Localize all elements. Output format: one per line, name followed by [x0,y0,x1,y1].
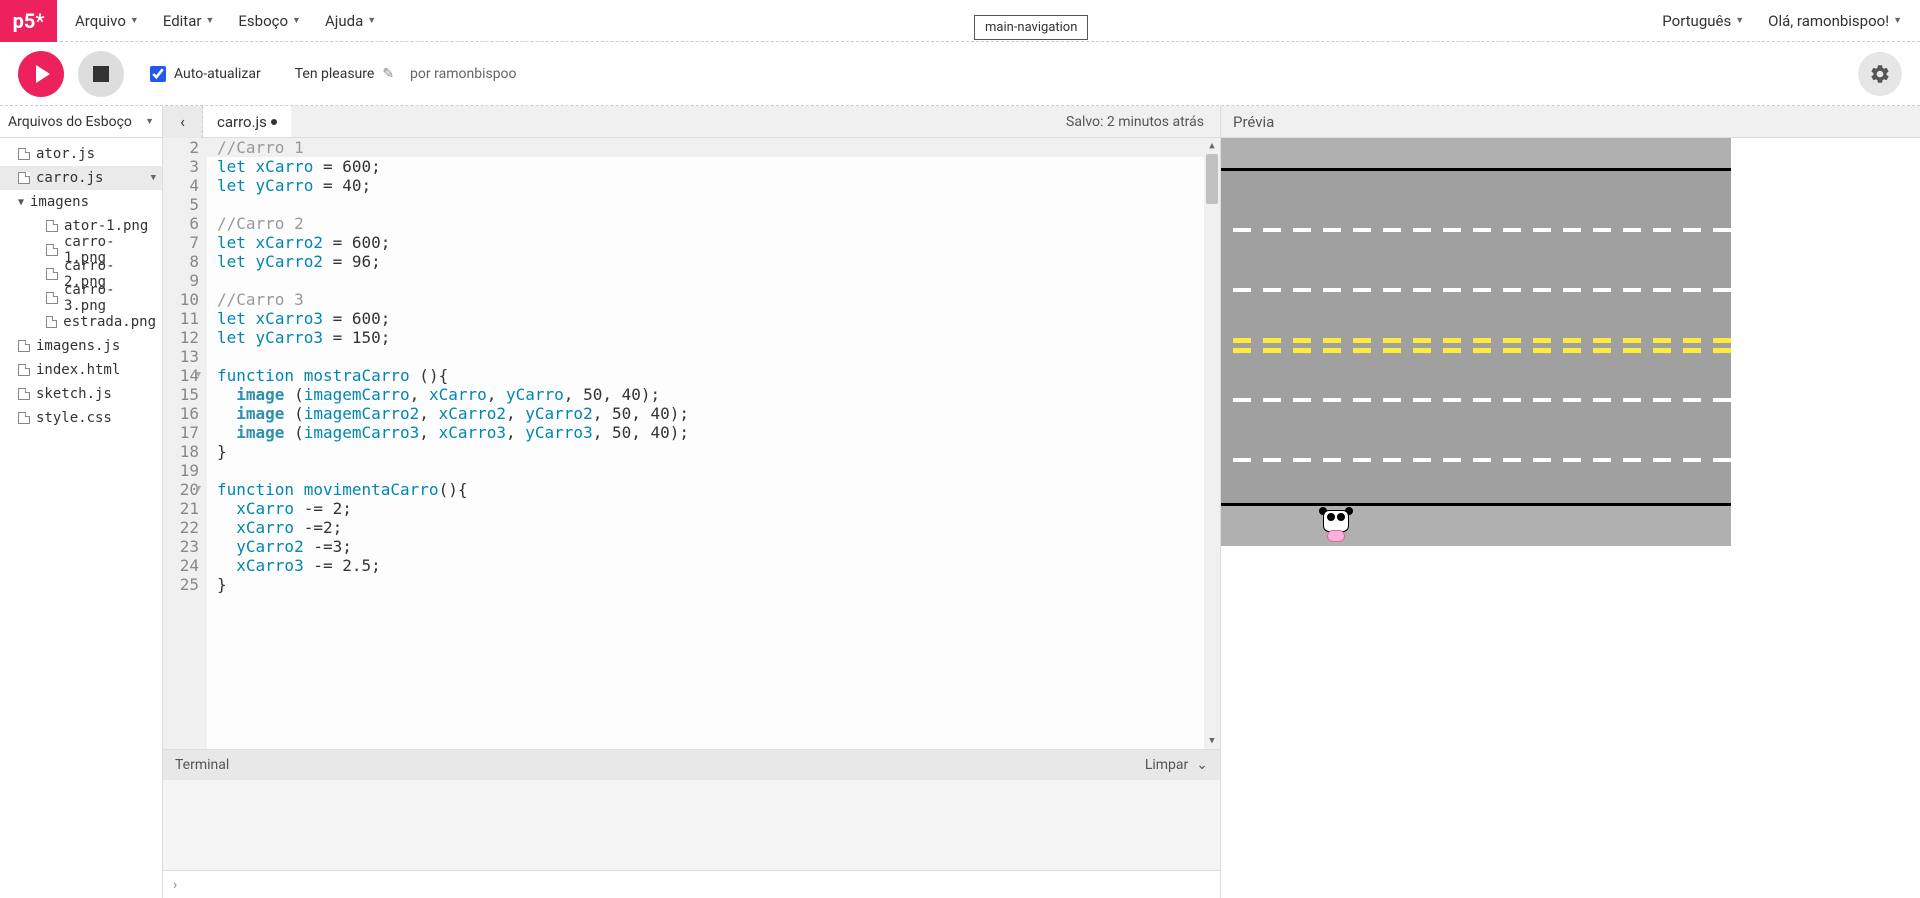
code-content[interactable]: //Carro 1let xCarro = 600;let yCarro = 4… [207,138,1220,749]
file-item[interactable]: index.html [0,358,162,382]
chevron-down-icon: ▼ [205,15,214,26]
file-item[interactable]: imagens.js [0,334,162,358]
editor-area: ‹ carro.js Salvo: 2 minutos atrás 234567… [163,106,1220,898]
auto-refresh-toggle[interactable]: Auto-atualizar [150,66,261,82]
pencil-icon[interactable]: ✎ [382,66,394,82]
file-item[interactable]: style.css [0,406,162,430]
file-icon [18,388,30,400]
preview-header: Prévia [1221,106,1920,138]
p5-logo[interactable]: p5* [0,0,57,42]
file-icon [18,340,30,352]
chevron-down-icon: ▼ [292,15,301,26]
road-scene [1221,138,1731,546]
preview-canvas [1221,138,1920,898]
play-button[interactable] [18,51,64,97]
file-item[interactable]: sketch.js [0,382,162,406]
file-icon [18,412,30,424]
terminal-input[interactable]: › [163,870,1220,898]
file-icon [46,220,58,232]
save-status: Salvo: 2 minutos atrás [1066,114,1220,130]
terminal-label: Terminal [175,757,229,773]
chevron-down-icon: ▼ [151,173,156,183]
settings-button[interactable] [1858,52,1902,96]
chevron-down-icon[interactable]: ⌄ [1196,757,1208,773]
file-item[interactable]: carro-3.png [0,286,162,310]
chevron-down-icon: ▼ [1735,15,1744,26]
scroll-up-icon[interactable]: ▲ [1204,138,1220,154]
file-icon [18,364,30,376]
file-icon [46,316,57,328]
main-navigation-tag: main-navigation [974,15,1088,40]
play-icon [34,65,52,83]
menu-bar: Arquivo▼ Editar▼ Esboço▼ Ajuda▼ [75,12,376,30]
terminal-output [163,780,1220,870]
terminal-header: Terminal Limpar ⌄ [163,750,1220,780]
scroll-down-icon[interactable]: ▼ [1204,733,1220,749]
sketch-name[interactable]: Ten pleasure [295,66,375,82]
language-selector[interactable]: Português▼ [1662,12,1744,30]
stop-icon [93,66,109,82]
menu-esboco[interactable]: Esboço▼ [238,12,301,30]
gear-icon [1869,63,1891,85]
line-gutter: 234567891011121314▼151617181920▼21222324… [163,138,207,749]
chevron-down-icon: ▼ [18,197,28,208]
dirty-indicator-icon [271,119,277,125]
menu-ajuda[interactable]: Ajuda▼ [325,12,376,30]
collapse-sidebar-button[interactable]: ‹ [163,106,203,138]
auto-refresh-checkbox[interactable] [150,66,166,82]
preview-panel: Prévia [1220,106,1920,898]
menu-arquivo[interactable]: Arquivo▼ [75,12,139,30]
file-tab[interactable]: carro.js [203,106,291,137]
actor-sprite [1321,510,1351,540]
sidebar-header[interactable]: Arquivos do Esboço▼ [0,106,162,138]
file-item[interactable]: ator.js [0,142,162,166]
chevron-down-icon: ▼ [367,15,376,26]
stop-button[interactable] [78,51,124,97]
user-menu[interactable]: Olá, ramonbispoo!▼ [1768,12,1902,30]
file-sidebar: Arquivos do Esboço▼ ator.jscarro.js▼▼ima… [0,106,163,898]
file-tab-name: carro.js [217,113,267,131]
scrollbar-thumb[interactable] [1206,154,1218,204]
file-item[interactable]: estrada.png [0,310,162,334]
top-navigation: p5* Arquivo▼ Editar▼ Esboço▼ Ajuda▼ main… [0,0,1920,42]
editor-header: ‹ carro.js Salvo: 2 minutos atrás [163,106,1220,138]
sketch-author: por ramonbispoo [410,66,516,82]
code-editor[interactable]: 234567891011121314▼151617181920▼21222324… [163,138,1220,749]
file-icon [18,172,30,184]
chevron-down-icon: ▼ [1893,15,1902,26]
chevron-down-icon: ▼ [130,15,139,26]
chevron-down-icon: ▼ [145,116,154,127]
file-icon [46,268,58,280]
terminal-clear-button[interactable]: Limpar [1145,757,1188,773]
file-tree: ator.jscarro.js▼▼imagensator-1.pngcarro-… [0,138,162,434]
vertical-scrollbar[interactable]: ▲ ▼ [1204,138,1220,749]
folder-item[interactable]: ▼imagens [0,190,162,214]
terminal-panel: Terminal Limpar ⌄ › [163,749,1220,898]
file-icon [18,148,30,160]
file-icon [46,244,58,256]
file-icon [46,292,58,304]
file-item[interactable]: carro.js▼ [0,166,162,190]
menu-editar[interactable]: Editar▼ [163,12,215,30]
auto-refresh-label: Auto-atualizar [174,66,261,82]
toolbar: Auto-atualizar Ten pleasure ✎ por ramonb… [0,42,1920,106]
